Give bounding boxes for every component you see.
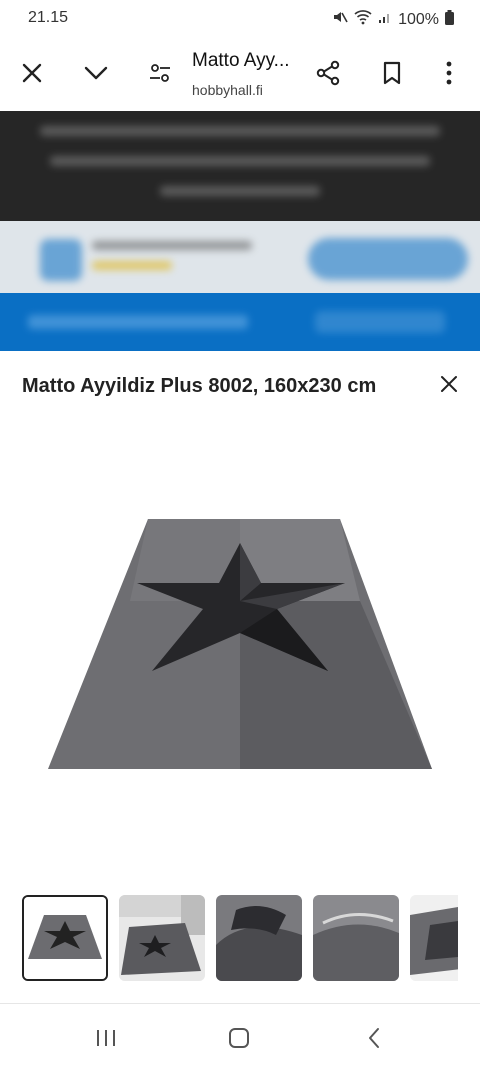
thumbnail-rug-room[interactable] bbox=[119, 895, 205, 981]
page-title[interactable]: Matto Ayy... bbox=[192, 50, 302, 72]
recent-apps-icon[interactable] bbox=[86, 1018, 126, 1058]
status-bar: 21.15 100% bbox=[0, 0, 480, 36]
background-app-banner bbox=[0, 221, 480, 293]
background-page bbox=[0, 111, 480, 351]
bookmark-icon[interactable] bbox=[372, 53, 412, 93]
mute-icon bbox=[332, 9, 348, 30]
product-title: Matto Ayyildiz Plus 8002, 160x230 cm bbox=[22, 375, 377, 397]
share-icon[interactable] bbox=[308, 53, 348, 93]
custom-tab-toolbar: Matto Ayy... hobbyhall.fi bbox=[0, 36, 480, 111]
signal-icon bbox=[378, 10, 392, 29]
background-banner bbox=[0, 111, 480, 221]
thumbnail-rug-corner[interactable] bbox=[410, 895, 458, 981]
home-icon[interactable] bbox=[219, 1018, 259, 1058]
background-header bbox=[0, 293, 480, 351]
battery-icon bbox=[445, 9, 454, 30]
back-icon[interactable] bbox=[354, 1018, 394, 1058]
status-time: 21.15 bbox=[28, 9, 69, 26]
page-url[interactable]: hobbyhall.fi bbox=[192, 82, 263, 98]
wifi-icon bbox=[354, 9, 372, 30]
more-vert-icon[interactable] bbox=[429, 53, 469, 93]
close-icon[interactable] bbox=[434, 369, 464, 399]
close-icon[interactable] bbox=[12, 53, 52, 93]
thumbnail-rug-edge-curl[interactable] bbox=[216, 895, 302, 981]
image-sheet: Matto Ayyildiz Plus 8002, 160x230 cm bbox=[0, 351, 480, 1003]
settings-sliders-icon[interactable] bbox=[140, 53, 180, 93]
product-image[interactable] bbox=[40, 511, 440, 781]
thumbnail-rug-front[interactable] bbox=[22, 895, 108, 981]
chevron-down-icon[interactable] bbox=[76, 53, 116, 93]
battery-percent: 100% bbox=[398, 10, 439, 28]
system-nav-bar bbox=[0, 1003, 480, 1067]
thumbnail-rug-texture[interactable] bbox=[313, 895, 399, 981]
thumbnail-strip[interactable] bbox=[22, 895, 458, 981]
